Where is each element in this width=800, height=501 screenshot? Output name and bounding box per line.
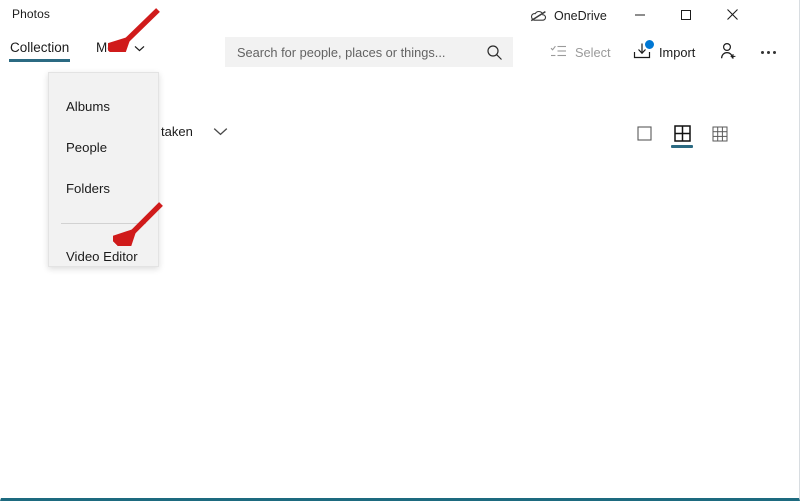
import-button[interactable]: Import (633, 37, 695, 67)
menu-separator (61, 223, 146, 224)
tab-collection[interactable]: Collection (9, 40, 71, 62)
zoom-medium-button[interactable] (671, 122, 693, 148)
select-icon (550, 44, 567, 61)
menu-item-people[interactable]: People (49, 127, 158, 168)
onedrive-status-button[interactable]: OneDrive (530, 6, 607, 26)
tab-more[interactable]: More (96, 40, 145, 55)
grid-2x2-icon (673, 125, 691, 145)
minimize-button[interactable] (617, 0, 663, 32)
maximize-icon (680, 9, 692, 24)
search-icon[interactable] (475, 44, 513, 61)
grid-3x3-icon (712, 126, 728, 145)
menu-item-albums[interactable]: Albums (49, 86, 158, 127)
add-person-button[interactable] (719, 37, 738, 67)
zoom-large-button[interactable] (633, 122, 655, 148)
menu-item-people-label: People (66, 140, 108, 155)
tab-collection-label: Collection (10, 40, 70, 55)
select-label: Select (575, 44, 611, 60)
add-person-icon (719, 42, 738, 63)
menu-item-folders-label: Folders (66, 181, 110, 196)
maximize-button[interactable] (663, 0, 709, 32)
import-badge (644, 39, 655, 50)
search-box[interactable]: Search for people, places or things... (225, 37, 513, 67)
menu-item-folders[interactable]: Folders (49, 168, 158, 209)
zoom-selected-indicator (671, 145, 693, 148)
import-label: Import (659, 44, 696, 60)
close-button[interactable] (709, 0, 755, 32)
chevron-down-icon (134, 40, 145, 55)
select-button[interactable]: Select (550, 37, 611, 67)
sort-label: taken (161, 124, 193, 139)
close-icon (726, 8, 739, 24)
single-tile-icon (636, 126, 652, 144)
more-options-icon (761, 50, 776, 54)
onedrive-label: OneDrive (554, 9, 607, 23)
title-bar: Photos OneDrive (1, 0, 799, 32)
menu-item-video-editor-label: Video Editor (66, 249, 138, 264)
zoom-level-group (633, 122, 731, 148)
more-options-button[interactable] (761, 37, 776, 67)
tab-more-label: More (96, 40, 127, 55)
chevron-down-icon (213, 124, 228, 139)
more-flyout-menu: Albums People Folders Video Editor (48, 72, 159, 267)
tab-selected-indicator (9, 59, 71, 62)
menu-item-albums-label: Albums (66, 99, 110, 114)
menu-item-video-editor[interactable]: Video Editor (49, 236, 158, 277)
app-title: Photos (12, 7, 50, 21)
photos-app-window: Photos OneDrive Collection More Search f… (0, 0, 800, 501)
search-input[interactable]: Search for people, places or things... (225, 45, 475, 60)
import-icon (633, 39, 655, 62)
cloud-off-icon (530, 9, 547, 23)
sort-dropdown[interactable]: taken (161, 124, 228, 139)
minimize-icon (634, 9, 646, 24)
command-bar: Collection More Search for people, place… (1, 32, 799, 72)
zoom-small-button[interactable] (709, 122, 731, 148)
